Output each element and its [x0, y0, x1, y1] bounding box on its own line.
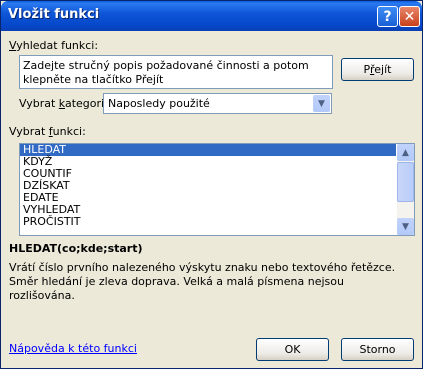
cancel-button-label: Storno	[359, 343, 396, 356]
cancel-button[interactable]: Storno	[341, 338, 414, 361]
ok-button[interactable]: OK	[256, 338, 329, 361]
list-item[interactable]: COUNTIF	[20, 168, 396, 180]
insert-function-dialog: Vložit funkci ? ✕ Vyhledat funkci: Zadej…	[0, 0, 423, 369]
ok-button-label: OK	[284, 343, 301, 356]
category-select[interactable]: Naposledy použité ▼	[103, 93, 332, 114]
list-item[interactable]: HLEDAT	[20, 144, 396, 156]
scroll-thumb[interactable]	[397, 162, 414, 202]
list-item[interactable]: DZÍSKAT	[20, 180, 396, 192]
list-item[interactable]: PROČISTIT	[20, 216, 396, 228]
list-scrollbar[interactable]: ▲ ▼	[397, 144, 414, 235]
scroll-down-icon[interactable]: ▼	[397, 218, 414, 235]
help-icon: ?	[383, 8, 392, 25]
function-help-link[interactable]: Nápověda k této funkci	[9, 342, 137, 355]
search-input-text: Zadejte stručný popis požadované činnost…	[23, 59, 309, 86]
function-description: Vrátí číslo prvního nalezeného výskytu z…	[9, 261, 396, 302]
close-button[interactable]: ✕	[399, 6, 420, 27]
go-button-label: Přejít	[363, 63, 392, 76]
dialog-title: Vložit funkci	[8, 7, 100, 22]
search-function-label: Vyhledat funkci:	[9, 39, 99, 52]
title-bar[interactable]: Vložit funkci ? ✕	[1, 1, 422, 31]
scroll-up-icon[interactable]: ▲	[397, 144, 414, 161]
close-icon: ✕	[403, 8, 416, 25]
select-function-label: Vybrat funkci:	[9, 125, 86, 138]
search-input[interactable]: Zadejte stručný popis požadované činnost…	[19, 55, 333, 89]
list-item[interactable]: KDYŽ	[20, 156, 396, 168]
chevron-down-icon[interactable]: ▼	[313, 95, 330, 112]
category-selected-value: Naposledy použité	[108, 97, 210, 110]
function-signature: HLEDAT(co;kde;start)	[9, 242, 143, 255]
help-button[interactable]: ?	[377, 6, 398, 27]
category-label: Vybrat kategorii:	[19, 97, 111, 110]
function-list[interactable]: HLEDAT KDYŽ COUNTIF DZÍSKAT EDATE VYHLED…	[19, 143, 415, 236]
go-button[interactable]: Přejít	[341, 58, 414, 81]
